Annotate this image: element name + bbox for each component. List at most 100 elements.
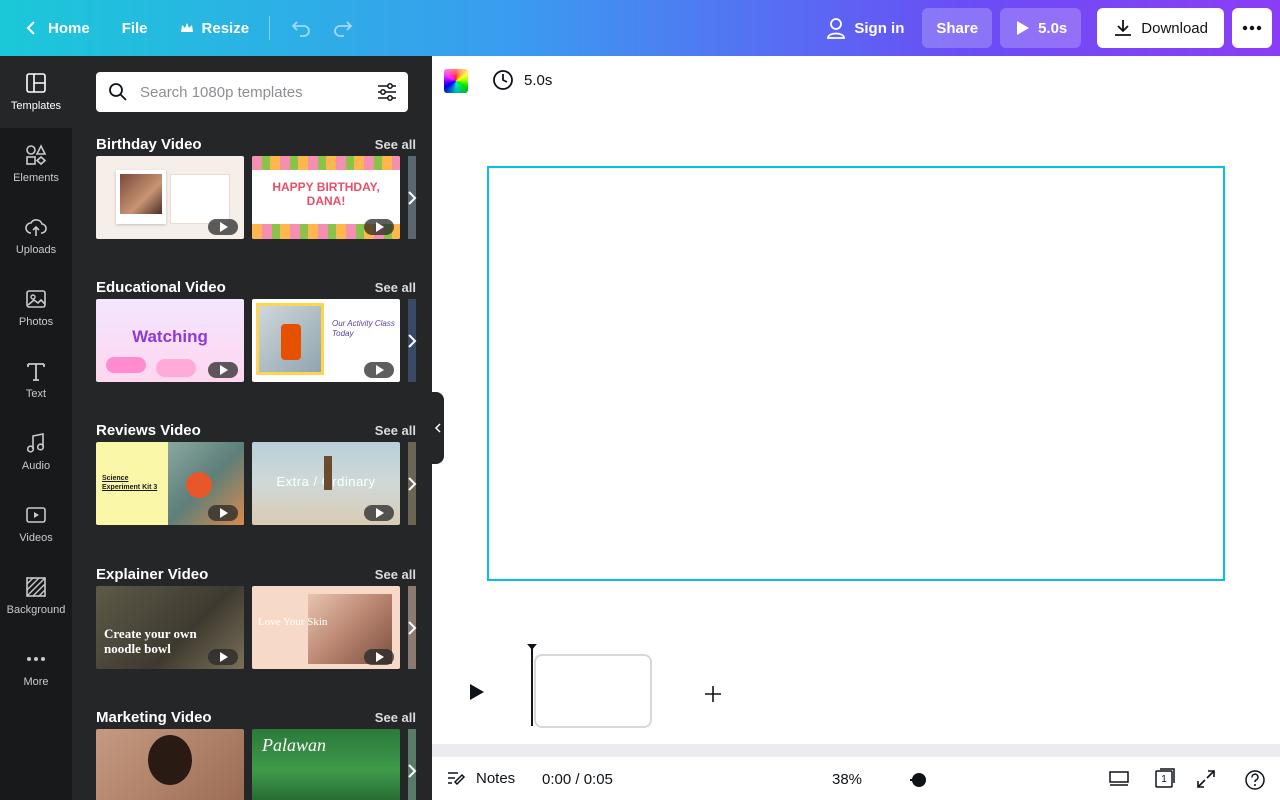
resize-button[interactable]: Resize [170,8,260,48]
grid-view-icon[interactable] [1108,769,1130,787]
redo-button[interactable] [322,8,364,48]
notes-button[interactable]: Notes [446,769,515,787]
download-button[interactable]: Download [1097,8,1224,48]
share-label: Share [936,19,979,37]
rail-item-videos[interactable]: Videos [0,488,72,560]
fullscreen-icon[interactable] [1196,769,1216,789]
portrait-image [120,174,162,214]
more-horizontal-icon [27,657,45,661]
search-input[interactable] [140,72,370,112]
template-thumbnail[interactable]: Science Experiment Kit 3 [96,442,244,525]
timeline-play-icon[interactable] [468,682,486,702]
card-shape [170,174,230,224]
thumbnail-text: Love Your Skin [258,616,328,628]
see-all-link[interactable]: See all [375,137,416,152]
download-icon [1115,20,1132,36]
chevron-right-icon [408,763,417,778]
design-canvas[interactable] [487,166,1225,581]
video-badge-icon [364,505,394,521]
file-menu-button[interactable]: File [112,8,158,48]
page-count: 1 [1161,774,1167,785]
cloud-upload-icon [25,219,47,236]
template-thumbnail[interactable]: Palawan [252,729,400,800]
rail-label: Elements [13,172,59,184]
template-thumbnail[interactable]: Create your own noodle bowl [96,586,244,669]
template-thumbnail[interactable] [96,729,244,800]
see-all-link[interactable]: See all [375,710,416,725]
more-horizontal-icon [1242,25,1262,31]
template-thumbnail[interactable] [96,156,244,239]
file-label: File [121,19,148,37]
present-play-button[interactable]: 5.0s [1000,8,1082,48]
photo-frame [256,303,324,375]
template-thumbnail[interactable]: Love Your Skin [252,586,400,669]
template-thumbnail[interactable]: Watching [96,299,244,382]
video-badge-icon [364,362,394,378]
more-options-button[interactable] [1232,8,1272,48]
chevron-right-icon [408,333,417,348]
scroll-right-arrow[interactable] [404,586,420,669]
chevron-left-icon [434,423,441,433]
resize-label: Resize [201,19,250,37]
clock-icon [493,70,513,90]
zoom-level[interactable]: 38% [832,771,862,788]
filter-icon[interactable] [376,82,398,102]
duration-label: 5.0s [524,71,553,89]
pages-button[interactable]: 1 [1154,767,1176,789]
rail-label: More [23,676,49,688]
see-all-link[interactable]: See all [375,423,416,438]
timeline-page-clip[interactable] [534,654,652,728]
template-thumbnail[interactable]: HAPPY BIRTHDAY, DANA! [252,156,400,239]
add-page-button[interactable] [704,682,722,710]
thumbnail-text: Watching [132,327,208,346]
scroll-right-arrow[interactable] [404,299,420,382]
thumbnail-text: Our Activity Class Today [332,319,395,338]
zoom-slider[interactable] [910,773,930,787]
see-all-link[interactable]: See all [375,567,416,582]
download-label: Download [1141,19,1208,37]
playback-time: 0:00 / 0:05 [542,771,613,788]
rail-item-text[interactable]: Text [0,344,72,416]
undo-button[interactable] [280,8,322,48]
flower-border [252,156,400,170]
background-pattern-icon [26,577,46,597]
crown-icon [180,23,193,32]
top-bar-actions: Sign in Share 5.0s Download [816,8,1280,48]
scroll-right-arrow[interactable] [404,156,420,239]
chevron-right-icon [408,476,417,491]
sign-in-button[interactable]: Sign in [816,8,914,48]
rail-item-uploads[interactable]: Uploads [0,200,72,272]
rail-item-audio[interactable]: Audio [0,416,72,488]
rail-item-more[interactable]: More [0,632,72,704]
template-thumbnail[interactable]: Extra / Ordinary [252,442,400,525]
person-figure [324,456,332,490]
template-thumbnail[interactable]: Our Activity Class Today [252,299,400,382]
rail-item-photos[interactable]: Photos [0,272,72,344]
notes-icon [448,772,466,786]
rail-item-templates[interactable]: Templates [0,56,72,128]
music-note-icon [26,433,45,453]
photo-frame [116,170,166,224]
see-all-link[interactable]: See all [375,280,416,295]
section-title: Birthday Video [96,136,202,153]
templates-panel: Birthday Video See all HAPPY BIRTHDAY, D… [72,56,432,800]
background-color-picker[interactable] [444,69,468,93]
rail-item-background[interactable]: Background [0,560,72,632]
help-icon[interactable] [1244,769,1266,791]
portrait-image [148,735,192,785]
undo-icon [291,21,310,37]
home-button[interactable]: Home [14,8,100,48]
collapse-panel-button[interactable] [432,392,444,464]
canvas-workspace [432,104,1280,644]
video-badge-icon [208,505,238,521]
rail-label: Background [6,604,66,616]
share-button[interactable]: Share [922,8,993,48]
rail-item-elements[interactable]: Elements [0,128,72,200]
rail-label: Text [25,388,47,400]
scroll-right-arrow[interactable] [404,442,420,525]
section-title: Educational Video [96,279,226,296]
page-duration-button[interactable]: 5.0s [492,68,552,92]
scroll-right-arrow[interactable] [404,729,420,800]
rail-label: Uploads [15,244,57,256]
template-search [96,72,408,112]
